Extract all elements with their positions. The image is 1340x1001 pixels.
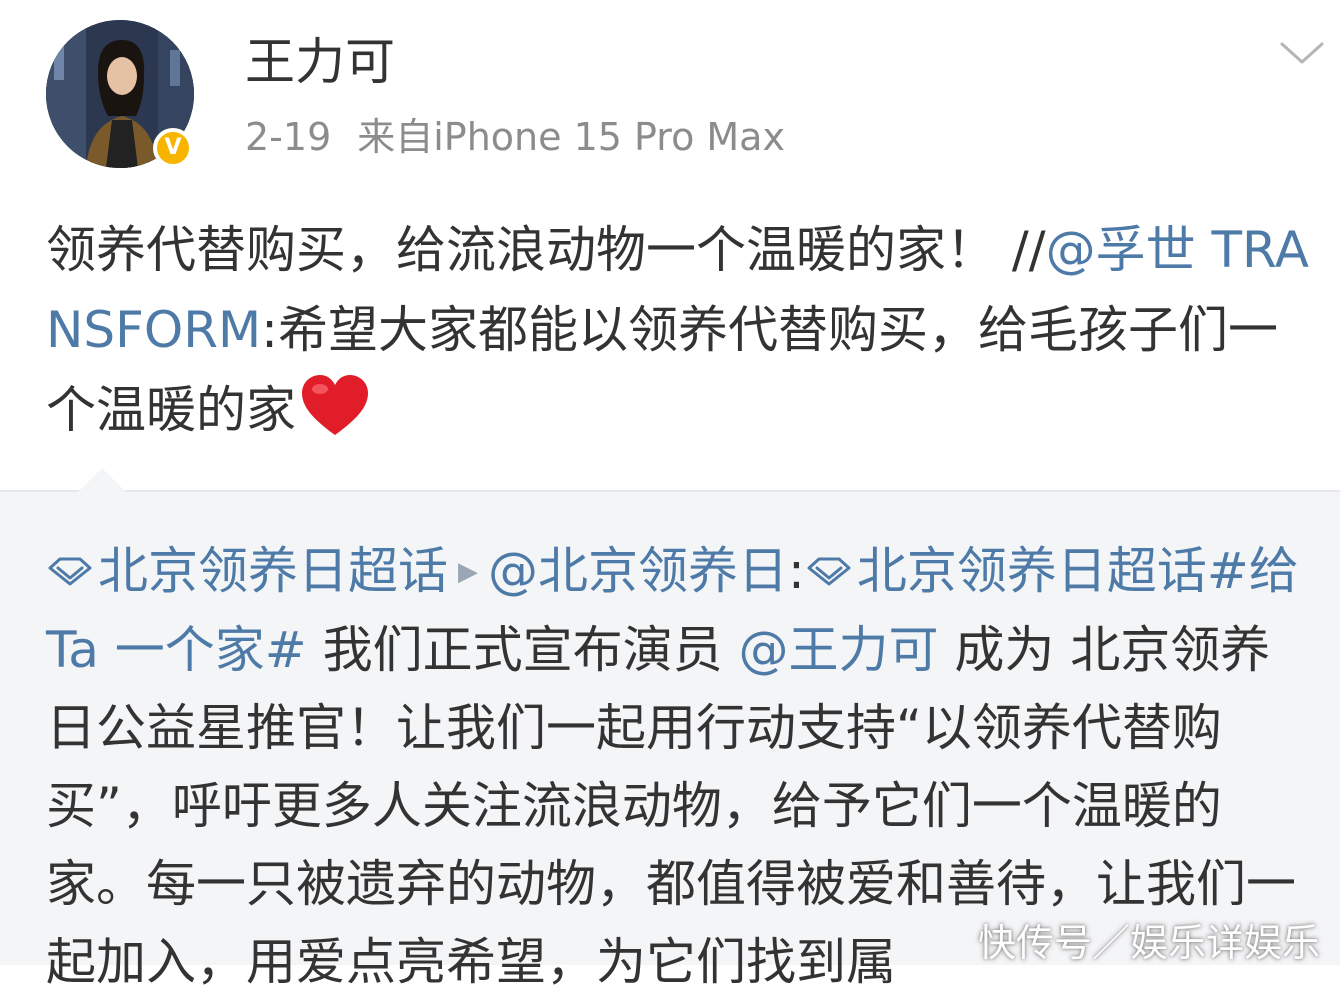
super-topic-icon [807, 557, 851, 586]
super-topic-link[interactable]: 北京领养日超话 [98, 542, 448, 600]
mention-link[interactable]: @王力可 [739, 621, 939, 679]
post-date: 2-19 [245, 115, 332, 159]
colon: : [261, 301, 278, 359]
post-text: 领养代替购买，给流浪动物一个温暖的家！ // [46, 221, 1046, 279]
post-body: 领养代替购买，给流浪动物一个温暖的家！ //@孚世 TRANSFORM:希望大家… [46, 210, 1314, 450]
post-source: 来自iPhone 15 Pro Max [357, 115, 785, 159]
username[interactable]: 王力可 [245, 30, 395, 94]
play-arrow-icon: ▶ [458, 557, 478, 587]
repost-author-link[interactable]: @北京领养日 [488, 542, 788, 600]
verified-badge-icon: V [153, 128, 193, 168]
repost-notch [78, 468, 126, 492]
watermark: 快传号／娱乐详娱乐 [978, 921, 1321, 965]
post-meta: 2-19 来自iPhone 15 Pro Max [245, 112, 785, 162]
super-topic-icon [48, 557, 92, 586]
chevron-down-icon[interactable] [1278, 38, 1326, 68]
repost-text: 我们正式宣布演员 [306, 621, 739, 679]
colon: : [788, 542, 805, 600]
super-topic-link[interactable]: 北京领养日超话 [857, 542, 1207, 600]
red-heart-icon [302, 375, 368, 435]
